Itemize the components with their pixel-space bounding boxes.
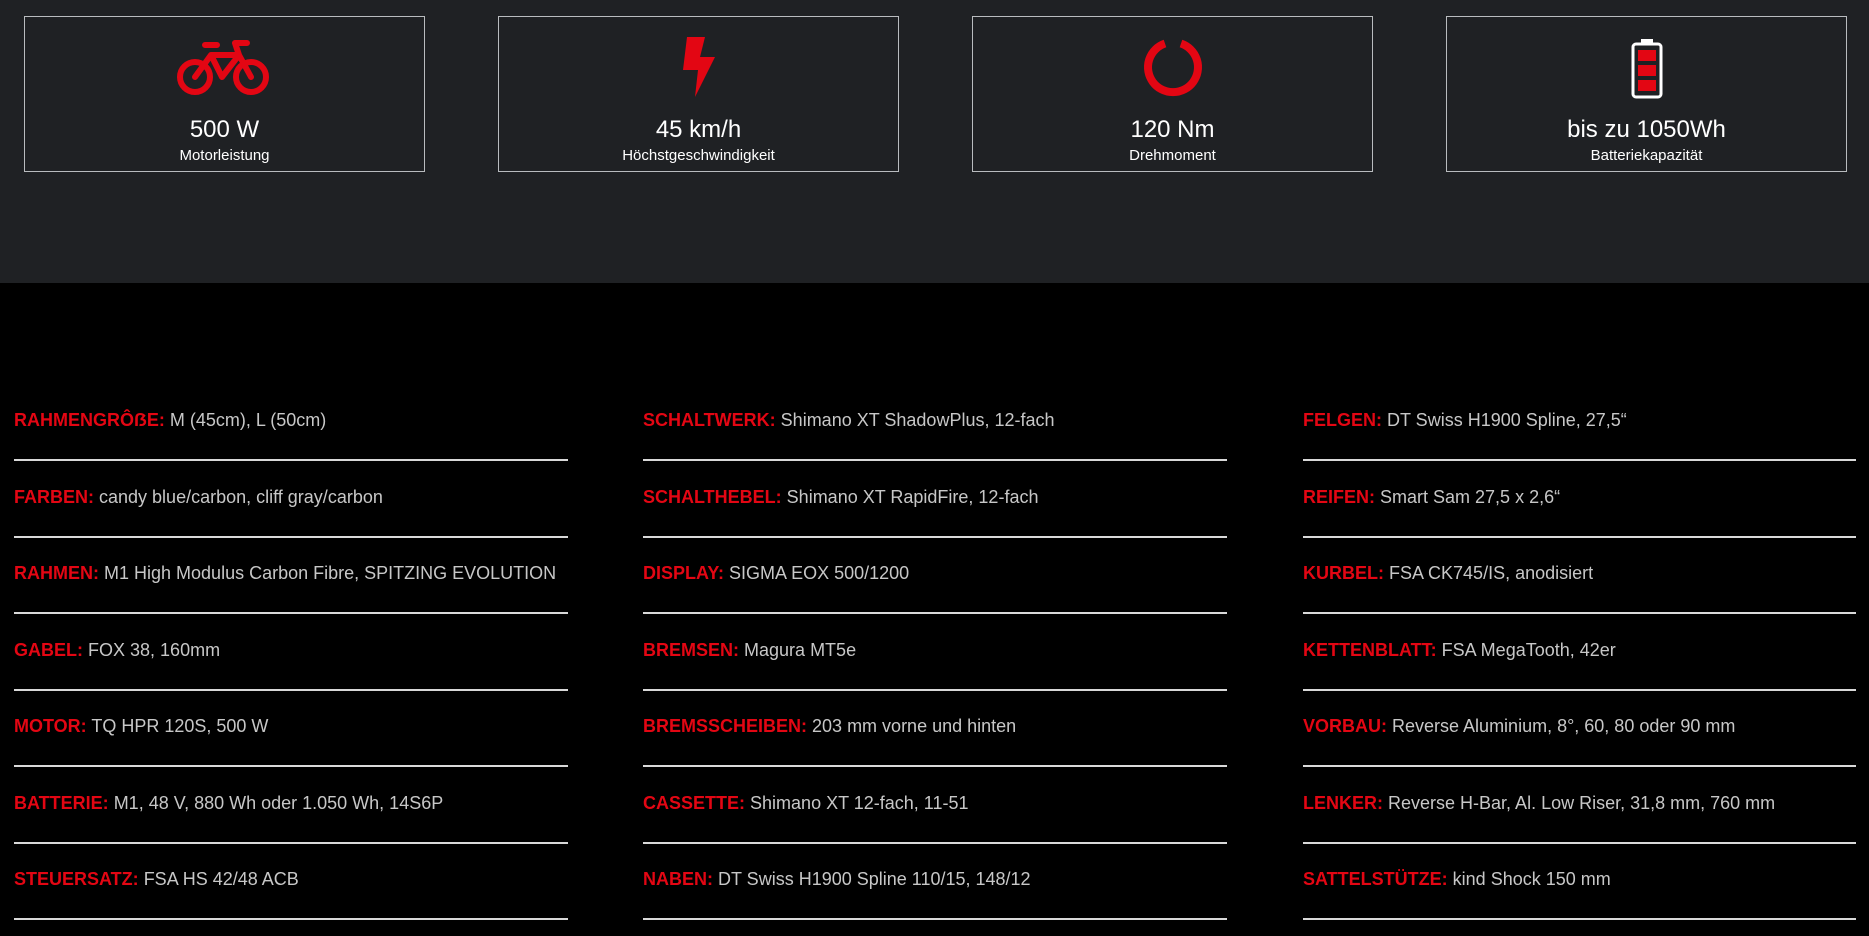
spec-value: FSA HS 42/48 ACB — [143, 869, 299, 889]
spec-key: BREMSSCHEIBEN: — [643, 716, 808, 736]
spec-row: RAHMEN: M1 High Modulus Carbon Fibre, SP… — [14, 538, 568, 614]
spec-key: RAHMENGRÔẞE: — [14, 410, 165, 430]
spec-key: LENKER: — [1303, 793, 1383, 813]
spec-key: STEUERSATZ: — [14, 869, 139, 889]
spec-value: kind Shock 150 mm — [1452, 869, 1611, 889]
stats-section: 500 W Motorleistung 45 km/h Höchstgeschw… — [0, 0, 1869, 283]
stat-label: Drehmoment — [1129, 147, 1216, 164]
battery-icon — [1447, 39, 1846, 99]
spec-value: M1 High Modulus Carbon Fibre, SPITZING E… — [104, 563, 557, 583]
spec-key: NABEN: — [643, 869, 713, 889]
spec-row: FARBEN: candy blue/carbon, cliff gray/ca… — [14, 461, 568, 538]
spec-row: SATTELSTÜTZE: kind Shock 150 mm — [1303, 844, 1856, 920]
stat-value: 45 km/h — [655, 116, 742, 143]
stat-value: 120 Nm — [1130, 116, 1215, 143]
spec-key: KETTENBLATT: — [1303, 640, 1437, 660]
spec-key: MOTOR: — [14, 716, 87, 736]
stat-label: Batteriekapazität — [1590, 147, 1703, 164]
spec-key: SCHALTHEBEL: — [643, 487, 782, 507]
spec-value: Magura MT5e — [744, 640, 857, 660]
stat-card-motor-power: 500 W Motorleistung — [24, 16, 425, 172]
spec-row: KURBEL: FSA CK745/IS, anodisiert — [1303, 538, 1856, 614]
spec-key: CASSETTE: — [643, 793, 746, 813]
spec-key: DISPLAY: — [643, 563, 725, 583]
spec-key: GABEL: — [14, 640, 83, 660]
bicycle-icon — [25, 37, 424, 97]
spec-row: GABEL: FOX 38, 160mm — [14, 614, 568, 691]
spec-value: SIGMA EOX 500/1200 — [729, 563, 910, 583]
spec-row: KETTENBLATT: FSA MegaTooth, 42er — [1303, 614, 1856, 691]
spec-key: RAHMEN: — [14, 563, 99, 583]
spec-row: FELGEN: DT Swiss H1900 Spline, 27,5“ — [1303, 283, 1856, 461]
stat-card-top-speed: 45 km/h Höchstgeschwindigkeit — [498, 16, 899, 172]
spec-key: SATTELSTÜTZE: — [1303, 869, 1448, 889]
spec-value: FSA MegaTooth, 42er — [1441, 640, 1616, 660]
spec-key: REIFEN: — [1303, 487, 1375, 507]
spec-key: FARBEN: — [14, 487, 94, 507]
spec-row: NABEN: DT Swiss H1900 Spline 110/15, 148… — [643, 844, 1227, 920]
spec-value: Shimano XT RapidFire, 12-fach — [786, 487, 1039, 507]
spec-row: DISPLAY: SIGMA EOX 500/1200 — [643, 538, 1227, 614]
stat-value: 500 W — [189, 116, 260, 143]
stat-card-battery-capacity: bis zu 1050Wh Batteriekapazität — [1446, 16, 1847, 172]
spec-value: Reverse Aluminium, 8°, 60, 80 oder 90 mm — [1392, 716, 1736, 736]
spec-value: 203 mm vorne und hinten — [812, 716, 1017, 736]
spec-value: TQ HPR 120S, 500 W — [91, 716, 269, 736]
spec-key: SCHALTWERK: — [643, 410, 776, 430]
stat-label: Motorleistung — [179, 147, 270, 164]
spec-row: SCHALTHEBEL: Shimano XT RapidFire, 12-fa… — [643, 461, 1227, 538]
spec-value: Shimano XT ShadowPlus, 12-fach — [780, 410, 1055, 430]
spec-value: DT Swiss H1900 Spline 110/15, 148/12 — [718, 869, 1031, 889]
spec-row: VORBAU: Reverse Aluminium, 8°, 60, 80 od… — [1303, 691, 1856, 767]
stat-label: Höchstgeschwindigkeit — [622, 147, 775, 164]
stat-card-torque: 120 Nm Drehmoment — [972, 16, 1373, 172]
ring-icon — [973, 37, 1372, 97]
spec-value: candy blue/carbon, cliff gray/carbon — [99, 487, 383, 507]
spec-row: LENKER: Reverse H-Bar, Al. Low Riser, 31… — [1303, 767, 1856, 844]
spec-row: BREMSEN: Magura MT5e — [643, 614, 1227, 691]
spec-value: FSA CK745/IS, anodisiert — [1389, 563, 1594, 583]
spec-value: M1, 48 V, 880 Wh oder 1.050 Wh, 14S6P — [113, 793, 444, 813]
spec-row: STEUERSATZ: FSA HS 42/48 ACB — [14, 844, 568, 920]
spec-key: VORBAU: — [1303, 716, 1387, 736]
spec-key: BATTERIE: — [14, 793, 109, 813]
spec-value: M (45cm), L (50cm) — [169, 410, 327, 430]
stat-value: bis zu 1050Wh — [1567, 116, 1726, 143]
lightning-bolt-icon — [499, 37, 898, 97]
spec-value: FOX 38, 160mm — [88, 640, 221, 660]
spec-row: REIFEN: Smart Sam 27,5 x 2,6“ — [1303, 461, 1856, 538]
spec-value: Smart Sam 27,5 x 2,6“ — [1380, 487, 1561, 507]
spec-row: BATTERIE: M1, 48 V, 880 Wh oder 1.050 Wh… — [14, 767, 568, 844]
spec-value: DT Swiss H1900 Spline, 27,5“ — [1387, 410, 1627, 430]
spec-key: KURBEL: — [1303, 563, 1384, 583]
spec-row: BREMSSCHEIBEN: 203 mm vorne und hinten — [643, 691, 1227, 767]
spec-list-section: RAHMENGRÔẞE: M (45cm), L (50cm) FARBEN: … — [0, 283, 1869, 936]
spec-value: Shimano XT 12-fach, 11-51 — [750, 793, 969, 813]
spec-row: RAHMENGRÔẞE: M (45cm), L (50cm) — [14, 283, 568, 461]
spec-key: FELGEN: — [1303, 410, 1382, 430]
spec-value: Reverse H-Bar, Al. Low Riser, 31,8 mm, 7… — [1388, 793, 1776, 813]
spec-row: MOTOR: TQ HPR 120S, 500 W — [14, 691, 568, 767]
spec-key: BREMSEN: — [643, 640, 740, 660]
spec-row: SCHALTWERK: Shimano XT ShadowPlus, 12-fa… — [643, 283, 1227, 461]
spec-row: CASSETTE: Shimano XT 12-fach, 11-51 — [643, 767, 1227, 844]
